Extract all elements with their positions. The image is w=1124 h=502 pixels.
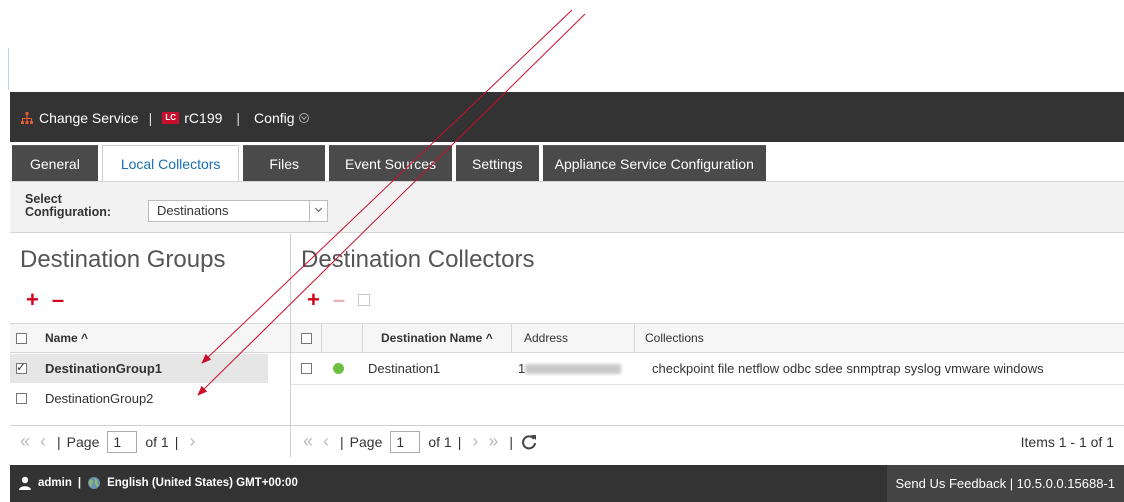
change-service-label: Change Service (39, 110, 139, 126)
page-number-input[interactable]: 1 (390, 430, 421, 453)
column-header-address[interactable]: Address (524, 331, 634, 345)
tab-event-sources[interactable]: Event Sources (328, 145, 453, 181)
next-page-icon[interactable]: › (189, 431, 195, 452)
footer: admin | English (United States) GMT+00:0… (10, 465, 1124, 502)
page-label: Page (66, 433, 100, 450)
header-row: Change Service | LC rC199 | Config (20, 110, 309, 126)
config-label-line2: Configuration: (25, 205, 112, 219)
service-tree-icon (21, 112, 33, 124)
locale-info[interactable]: English (United States) GMT+00:00 (107, 477, 298, 489)
table-row[interactable]: DestinationGroup1 (10, 354, 268, 383)
left-rule (8, 48, 9, 90)
collectors-toolbar: + – (307, 289, 371, 311)
first-page-icon[interactable]: « (20, 431, 30, 452)
remove-group-button[interactable]: – (52, 289, 64, 311)
table-row[interactable]: Destination1 1 checkpoint file netflow o… (291, 354, 1124, 383)
config-label: Config (254, 110, 295, 126)
destination-collections: checkpoint file netflow odbc sdee snmptr… (652, 361, 1044, 376)
column-header-collections[interactable]: Collections (645, 331, 704, 345)
edit-icon[interactable] (358, 294, 371, 306)
column-divider (634, 323, 635, 353)
user-icon (19, 476, 31, 490)
footer-user-info: admin | English (United States) GMT+00:0… (18, 476, 298, 490)
username[interactable]: admin (38, 477, 72, 489)
select-configuration-label: Select Configuration: (25, 193, 111, 219)
groups-pager: « ‹ | Page 1 of 1 | › (10, 425, 290, 457)
change-service-button[interactable]: Change Service (20, 110, 139, 126)
destination-collectors-panel: Destination Collectors + – Destination N… (291, 234, 1124, 457)
pager-separator: | (457, 433, 462, 450)
destination-address: 1 (518, 361, 640, 376)
tab-general[interactable]: General (12, 145, 98, 181)
chevron-down-icon (298, 113, 309, 123)
page-label: Page (349, 433, 383, 450)
tab-bar: General Local Collectors Files Event Sou… (12, 145, 770, 181)
service-selector[interactable]: LC rC199 (162, 110, 222, 126)
status-online-icon (333, 363, 344, 374)
log-collector-icon: LC (162, 112, 180, 124)
column-header-name[interactable]: Name ^ (45, 331, 88, 345)
pager-separator: | (340, 433, 344, 450)
page-of-label: of 1 (428, 433, 452, 450)
tab-settings[interactable]: Settings (456, 145, 539, 181)
row-checkbox[interactable] (16, 393, 27, 404)
header-separator: | (148, 110, 153, 126)
destination-name: Destination1 (368, 361, 441, 376)
pager-separator: | (174, 433, 179, 450)
feedback-version[interactable]: Send Us Feedback | 10.5.0.0.15688-1 (886, 465, 1124, 502)
collectors-grid-header: Destination Name ^ Address Collections (291, 323, 1124, 353)
group-name: DestinationGroup2 (45, 391, 154, 406)
tab-appliance-service-configuration[interactable]: Appliance Service Configuration (542, 145, 766, 181)
pager-separator: | (57, 433, 61, 450)
config-menu[interactable]: Config (254, 110, 309, 126)
select-all-groups-checkbox[interactable] (16, 332, 27, 344)
groups-toolbar: + – (26, 289, 77, 311)
destination-groups-panel: Destination Groups + – Name ^ Destinatio… (10, 234, 291, 457)
configuration-select-value: Destinations (157, 203, 229, 218)
groups-grid-header: Name ^ (10, 323, 290, 353)
tab-local-collectors[interactable]: Local Collectors (101, 145, 240, 181)
tab-files[interactable]: Files (243, 145, 325, 181)
column-divider (362, 323, 363, 353)
destination-groups-title: Destination Groups (20, 246, 226, 273)
config-bar: Select Configuration: Destinations (10, 181, 1124, 233)
column-header-destination-name[interactable]: Destination Name ^ (381, 331, 511, 345)
first-page-icon[interactable]: « (303, 431, 313, 452)
page-of-label: of 1 (145, 433, 169, 450)
page-number-input[interactable]: 1 (107, 430, 138, 453)
destination-collectors-title: Destination Collectors (301, 246, 535, 273)
prev-page-icon[interactable]: ‹ (323, 431, 329, 452)
address-prefix: 1 (518, 361, 526, 376)
refresh-icon[interactable] (521, 434, 537, 450)
table-row[interactable]: DestinationGroup2 (10, 384, 290, 413)
pager-separator: | (509, 433, 514, 450)
row-checkbox[interactable] (16, 360, 27, 374)
group-name: DestinationGroup1 (45, 361, 163, 376)
last-page-icon[interactable]: » (488, 431, 498, 452)
add-collector-button[interactable]: + (307, 289, 320, 311)
footer-separator: | (77, 477, 82, 489)
next-page-icon[interactable]: › (472, 431, 478, 452)
configuration-select[interactable]: Destinations (148, 200, 328, 222)
header-bar: Change Service | LC rC199 | Config (10, 92, 1124, 142)
remove-collector-button[interactable]: – (333, 289, 345, 311)
select-all-collectors-checkbox[interactable] (301, 332, 312, 344)
row-divider (291, 384, 1124, 385)
prev-page-icon[interactable]: ‹ (40, 431, 46, 452)
header-separator: | (236, 110, 241, 126)
globe-icon (88, 477, 101, 489)
column-divider (511, 323, 512, 353)
column-divider (321, 323, 322, 353)
add-group-button[interactable]: + (26, 289, 39, 311)
chevron-down-icon (309, 201, 327, 221)
redacted-address (525, 363, 622, 374)
row-checkbox[interactable] (301, 363, 312, 374)
service-name: rC199 (184, 110, 223, 126)
items-count: Items 1 - 1 of 1 (1020, 433, 1114, 450)
collectors-pager: « ‹ | Page 1 of 1 | › » | Items 1 - 1 of… (291, 425, 1124, 457)
